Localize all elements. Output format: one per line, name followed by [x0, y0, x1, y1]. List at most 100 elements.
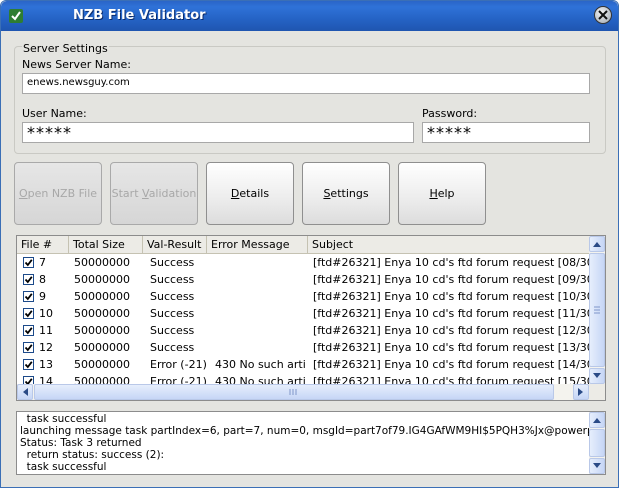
val-result-cell: Error (-21): [150, 358, 207, 371]
log-scroll-thumb[interactable]: [589, 429, 605, 457]
news-server-label: News Server Name:: [22, 58, 131, 71]
file-number-cell: 9: [39, 290, 46, 303]
subject-cell: [ftd#26321] Enya 10 cd's ftd forum reque…: [313, 273, 589, 286]
close-icon: [598, 10, 608, 20]
total-size-cell: 50000000: [74, 358, 130, 371]
scroll-left-button[interactable]: [17, 384, 33, 400]
file-number-cell: 12: [39, 341, 53, 354]
val-result-cell: Success: [150, 256, 195, 269]
arrow-left-icon: [23, 388, 28, 396]
total-size-cell: 50000000: [74, 307, 130, 320]
user-name-label: User Name:: [22, 107, 87, 120]
table-row[interactable]: 7 50000000 Success [ftd#26321] Enya 10 cd's…: [17, 254, 589, 271]
column-subject[interactable]: Subject: [308, 236, 589, 253]
arrow-right-icon: [578, 388, 583, 396]
file-number-cell: 11: [39, 324, 53, 337]
file-list-horizontal-scrollbar[interactable]: [17, 384, 589, 400]
row-checkbox[interactable]: [23, 325, 34, 336]
column-file-number[interactable]: File #: [17, 236, 69, 253]
checkmark-icon: [24, 276, 33, 284]
total-size-cell: 50000000: [74, 256, 130, 269]
total-size-cell: 50000000: [74, 341, 130, 354]
val-result-cell: Success: [150, 324, 195, 337]
row-checkbox[interactable]: [23, 308, 34, 319]
checkmark-icon: [24, 344, 33, 352]
horizontal-grip-icon: [289, 389, 297, 395]
val-result-cell: Success: [150, 290, 195, 303]
subject-cell: [ftd#26321] Enya 10 cd's ftd forum reque…: [313, 324, 589, 337]
title-bar[interactable]: NZB File Validator: [1, 1, 618, 31]
status-log[interactable]: task successful launching message task pa…: [16, 411, 606, 475]
details-button[interactable]: Details: [206, 162, 294, 225]
help-button[interactable]: Help: [398, 162, 486, 225]
row-checkbox[interactable]: [23, 359, 34, 370]
settings-label: ettings: [330, 187, 369, 200]
start-validation-mnemonic: V: [142, 187, 149, 200]
checkmark-icon: [24, 293, 33, 301]
table-row[interactable]: 12 50000000 Success [ftd#26321] Enya 10 cd'…: [17, 339, 589, 356]
log-scroll-down-button[interactable]: [589, 458, 605, 474]
scroll-up-button[interactable]: [589, 236, 605, 252]
scroll-down-button[interactable]: [589, 368, 605, 384]
checkmark-icon: [24, 259, 33, 267]
file-list-vertical-scrollbar[interactable]: [589, 236, 605, 384]
start-validation-button[interactable]: Start Validation: [110, 162, 198, 225]
table-row[interactable]: 10 50000000 Success [ftd#26321] Enya 10 cd'…: [17, 305, 589, 322]
scroll-right-button[interactable]: [573, 384, 589, 400]
table-row[interactable]: 13 50000000 Error (-21) 430 No such arti...…: [17, 356, 589, 373]
subject-cell: [ftd#26321] Enya 10 cd's ftd forum reque…: [313, 341, 589, 354]
close-button[interactable]: [594, 6, 612, 24]
checkmark-icon: [24, 361, 33, 369]
app-window: NZB File Validator Server Settings News …: [0, 0, 619, 488]
subject-cell: [ftd#26321] Enya 10 cd's ftd forum reque…: [313, 290, 589, 303]
file-list-header: File # Total Size Val-Result Error Messa…: [17, 236, 589, 254]
table-row[interactable]: 11 50000000 Success [ftd#26321] Enya 10 cd'…: [17, 322, 589, 339]
status-log-scrollbar[interactable]: [589, 412, 605, 474]
grip-icon: [594, 306, 600, 314]
total-size-cell: 50000000: [74, 324, 130, 337]
scroll-corner: [589, 384, 605, 400]
window-title: NZB File Validator: [73, 8, 206, 23]
subject-cell: [ftd#26321] Enya 10 cd's ftd forum reque…: [313, 358, 589, 371]
log-line: task successful: [20, 461, 107, 473]
open-nzb-file-mnemonic: O: [18, 187, 28, 200]
file-number-cell: 10: [39, 307, 53, 320]
file-list[interactable]: File # Total Size Val-Result Error Messa…: [16, 235, 606, 401]
start-validation-label: alidation: [148, 187, 197, 200]
news-server-input[interactable]: enews.newsguy.com: [22, 73, 590, 94]
horizontal-scroll-thumb[interactable]: [34, 384, 554, 400]
open-nzb-file-button[interactable]: Open NZB File: [14, 162, 102, 225]
server-settings-label: Server Settings: [22, 42, 109, 55]
subject-cell: [ftd#26321] Enya 10 cd's ftd forum reque…: [313, 307, 589, 320]
help-mnemonic: H: [429, 187, 438, 200]
table-row[interactable]: 8 50000000 Success [ftd#26321] Enya 10 cd's…: [17, 271, 589, 288]
row-checkbox[interactable]: [23, 342, 34, 353]
arrow-down-icon: [593, 463, 601, 468]
total-size-cell: 50000000: [74, 273, 130, 286]
open-nzb-file-label: pen NZB File: [27, 187, 98, 200]
settings-button[interactable]: Settings: [302, 162, 390, 225]
total-size-cell: 50000000: [74, 290, 130, 303]
table-row[interactable]: 9 50000000 Success [ftd#26321] Enya 10 cd's…: [17, 288, 589, 305]
help-label: elp: [437, 187, 455, 200]
column-error-message[interactable]: Error Message: [207, 236, 308, 253]
log-scroll-up-button[interactable]: [589, 412, 605, 428]
start-validation-label-pre: Start: [111, 187, 143, 200]
password-input[interactable]: *****: [422, 122, 590, 143]
val-result-cell: Success: [150, 273, 195, 286]
column-val-result[interactable]: Val-Result: [143, 236, 207, 253]
row-checkbox[interactable]: [23, 257, 34, 268]
arrow-down-icon: [593, 373, 601, 378]
password-label: Password:: [422, 107, 478, 120]
file-number-cell: 8: [39, 273, 46, 286]
user-name-input[interactable]: *****: [22, 122, 414, 143]
subject-cell: [ftd#26321] Enya 10 cd's ftd forum reque…: [313, 256, 589, 269]
arrow-up-icon: [593, 242, 601, 247]
row-checkbox[interactable]: [23, 291, 34, 302]
column-total-size[interactable]: Total Size: [69, 236, 143, 253]
row-checkbox[interactable]: [23, 274, 34, 285]
file-number-cell: 7: [39, 256, 46, 269]
checkmark-icon: [24, 310, 33, 318]
scroll-thumb[interactable]: [589, 253, 605, 367]
file-number-cell: 13: [39, 358, 53, 371]
